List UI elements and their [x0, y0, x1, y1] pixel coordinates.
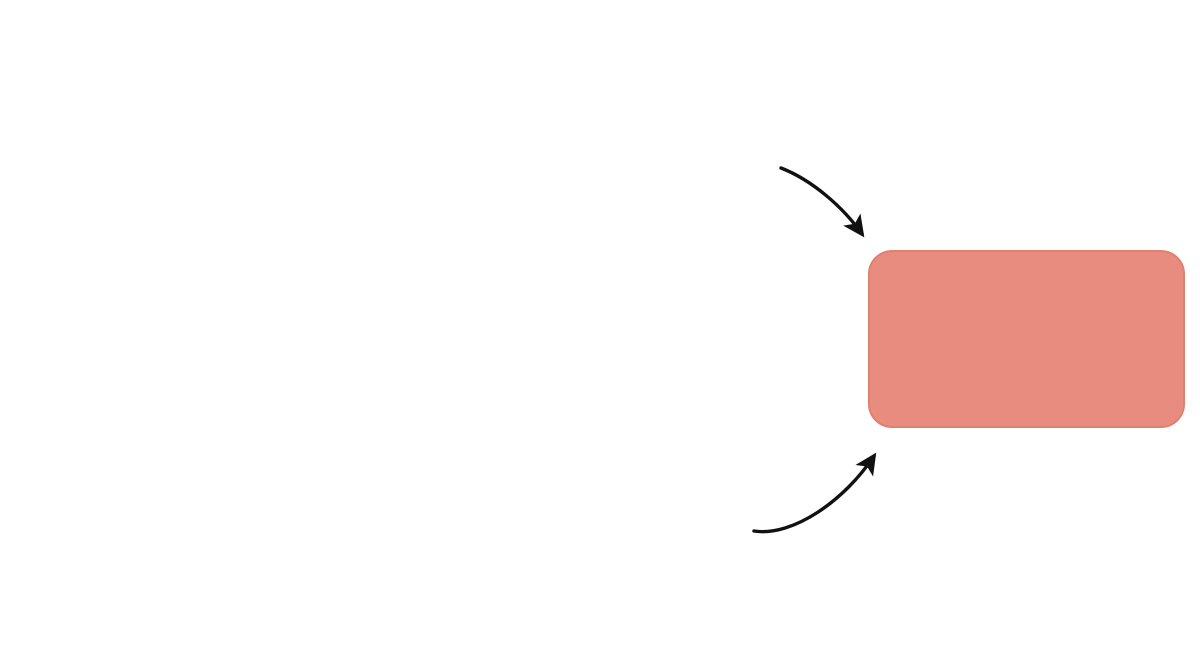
- decoder-masked-attention-matrix: [0, 355, 790, 658]
- decoder-multi-head-attention-box[interactable]: [868, 250, 1185, 428]
- encoder-to-decoder-arrow: [779, 166, 865, 238]
- encoder-attention-matrix: [0, 0, 790, 310]
